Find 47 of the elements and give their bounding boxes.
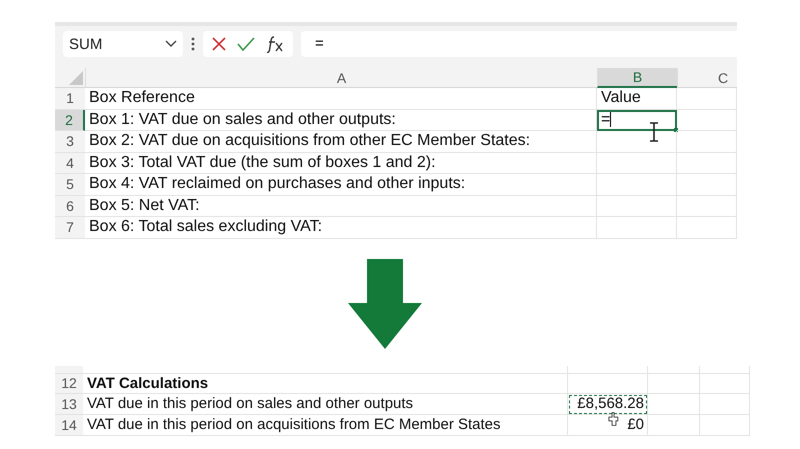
- name-box[interactable]: SUM: [63, 31, 183, 57]
- table-cell: £0: [627, 416, 644, 433]
- table-cell: [677, 110, 737, 131]
- column-header[interactable]: A: [85, 68, 597, 88]
- text-cursor-icon: [649, 122, 659, 142]
- more-icon[interactable]: [191, 37, 195, 51]
- table-cell: Value: [601, 89, 641, 108]
- table-cell: [700, 374, 750, 394]
- function-icon[interactable]: [265, 35, 285, 53]
- table-cell: [677, 174, 737, 196]
- table-cell: Box 3: Total VAT due (the sum of boxes 1 and 2):: [89, 154, 436, 172]
- row-header[interactable]: 4: [55, 152, 85, 174]
- table-cell: [677, 152, 737, 174]
- table-cell: Box Reference: [89, 89, 195, 108]
- table-cell: [648, 374, 700, 394]
- cursor-icon: [608, 412, 620, 426]
- row-header[interactable]: 6: [55, 196, 85, 217]
- row-header[interactable]: 1: [55, 88, 85, 110]
- table-cell: Box 1: VAT due on sales and other outputs:: [89, 110, 396, 129]
- down-arrow-icon: [348, 258, 422, 348]
- row-header[interactable]: 5: [55, 174, 85, 196]
- check-icon[interactable]: [237, 36, 255, 52]
- table-cell: Box 4: VAT reclaimed on purchases and other inputs:: [89, 175, 466, 194]
- table-cell: [677, 217, 737, 238]
- row-header[interactable]: 13: [55, 394, 83, 414]
- row-header[interactable]: 7: [55, 217, 85, 238]
- table-cell: Box 2: VAT due on acquisitions from other EC Member States:: [89, 132, 530, 150]
- row-header[interactable]: 14: [55, 414, 83, 436]
- table-cell: [677, 196, 737, 217]
- cell-input[interactable]: =: [601, 110, 612, 129]
- table-cell: VAT due in this period on acquisitions from EC Member States: [87, 416, 501, 433]
- row-header[interactable]: 3: [55, 131, 85, 152]
- cancel-icon[interactable]: [211, 36, 227, 52]
- table-cell: [700, 414, 750, 436]
- table-cell: VAT due in this period on sales and other outputs: [87, 395, 414, 412]
- column-header[interactable]: C: [677, 68, 737, 88]
- column-header[interactable]: B: [597, 68, 677, 88]
- row-header[interactable]: 2: [55, 110, 85, 131]
- table-cell: [677, 131, 737, 152]
- chevron-icon: [165, 40, 177, 48]
- table-cell: £8,568.28: [577, 395, 644, 412]
- table-cell: Box 5: Net VAT:: [89, 196, 200, 215]
- table-cell: [700, 394, 750, 414]
- formula-field[interactable]: =: [301, 31, 737, 57]
- row-header[interactable]: 12: [55, 374, 83, 394]
- section-heading: VAT Calculations: [87, 374, 208, 392]
- table-cell: Box 6: Total sales excluding VAT:: [89, 218, 322, 236]
